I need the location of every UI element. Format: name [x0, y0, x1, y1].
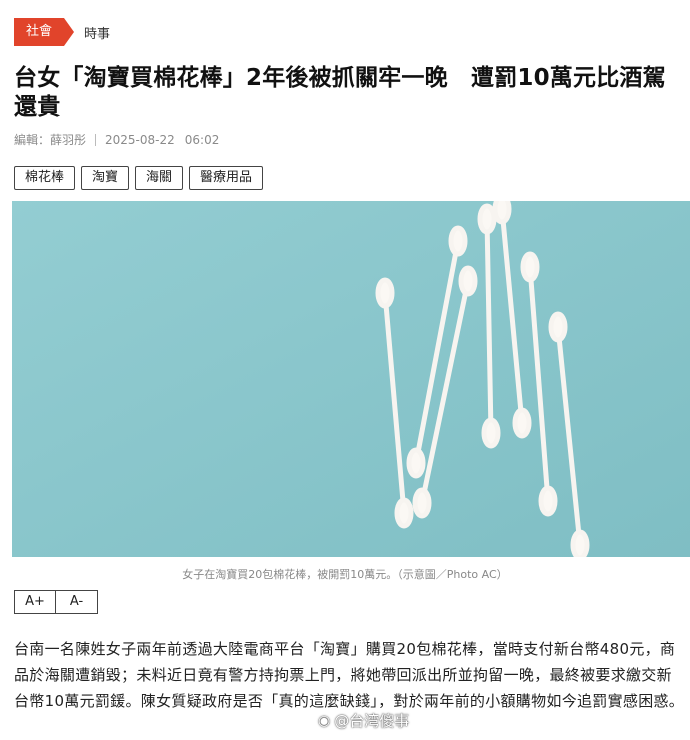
watermark: ◉ @台湾傻事: [318, 710, 409, 731]
weibo-icon: ◉: [318, 712, 331, 729]
tag-item[interactable]: 醫療用品: [189, 166, 264, 190]
watermark-text: @台湾傻事: [334, 712, 410, 730]
meta-divider: [95, 133, 97, 146]
article-paragraph: 台南一名陳姓女子兩年前透過大陸電商平台「淘寶」購買20包棉花棒，當時支付新台幣4…: [14, 640, 685, 710]
publish-date: 2025-08-22: [105, 132, 175, 147]
tag-item[interactable]: 海關: [135, 166, 184, 190]
photo-caption: 女子在淘寶買20包棉花棒，被開罰10萬元。（示意圖／Photo AC）: [182, 568, 508, 581]
category-badge[interactable]: 社會: [14, 18, 75, 46]
tag-item[interactable]: 棉花棒: [14, 166, 76, 190]
tag-list: 棉花棒 淘寶 海關 醫療用品: [14, 166, 269, 190]
font-size-controls: A+ A-: [14, 590, 98, 614]
font-increase-button[interactable]: A+: [15, 591, 55, 613]
font-decrease-button[interactable]: A-: [55, 591, 97, 613]
article-headline: 台女「淘寶買棉花棒」2年後被抓關牢一晚 遭罰10萬元比酒駕還貴: [14, 65, 666, 120]
article-photo: [12, 201, 690, 557]
article-meta: 編輯：薛羽彤 2025-08-22 06:02: [14, 131, 219, 148]
publish-time: 06:02: [184, 132, 220, 147]
cotton-swabs-illustration: [12, 201, 690, 557]
tag-item[interactable]: 淘寶: [81, 166, 130, 190]
breadcrumb: 社會 時事: [14, 18, 110, 46]
subcategory-link[interactable]: 時事: [84, 23, 110, 42]
author-label: 編輯：薛羽彤: [14, 133, 87, 147]
